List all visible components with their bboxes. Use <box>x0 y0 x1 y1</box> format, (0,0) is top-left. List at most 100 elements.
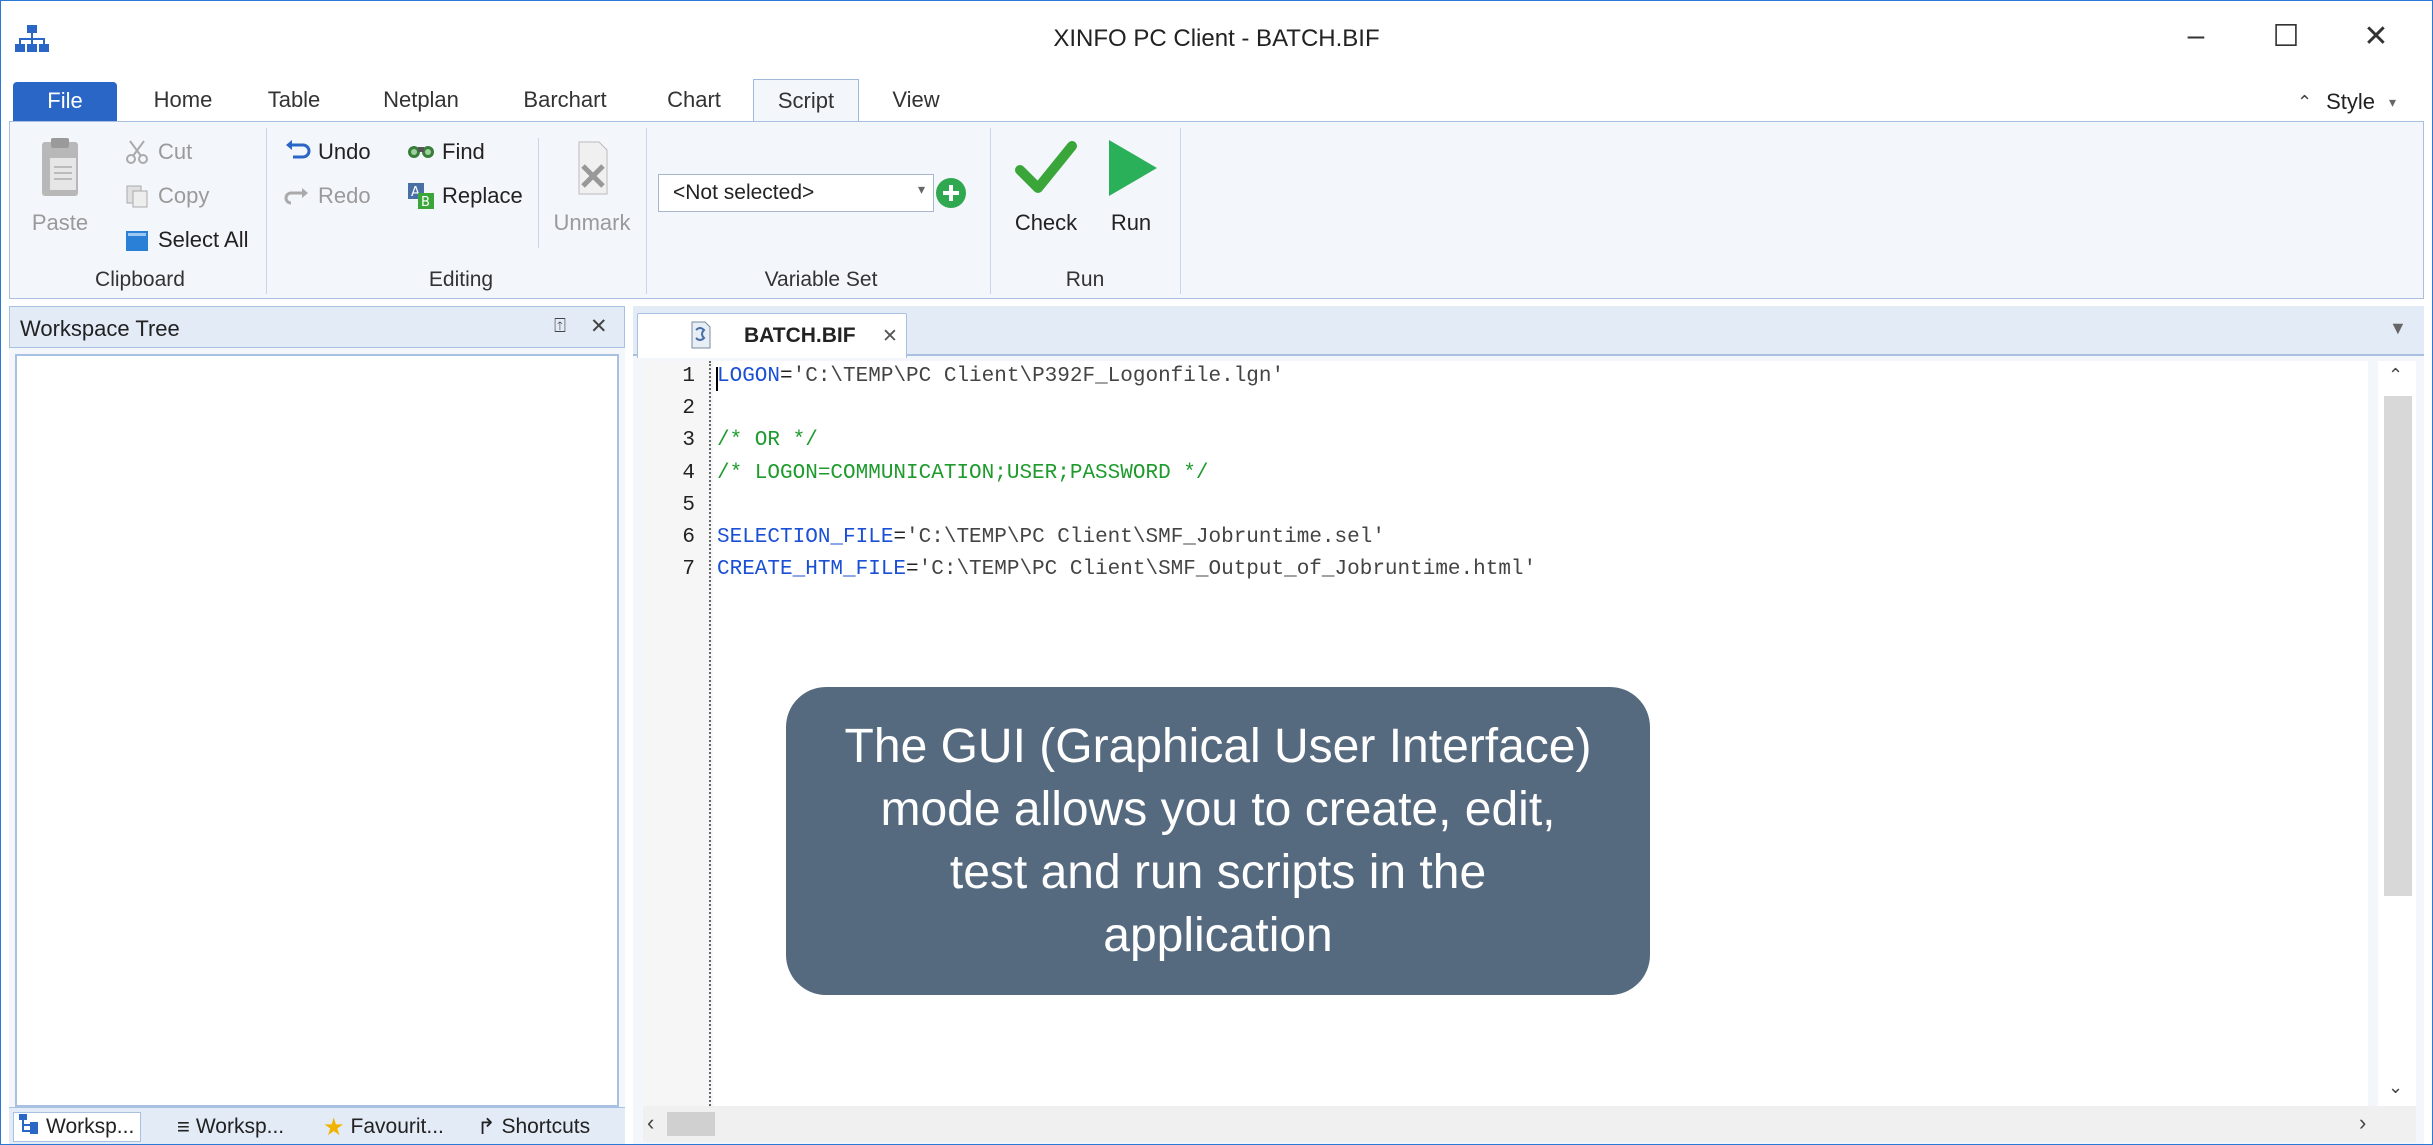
horizontal-scrollbar[interactable]: ‹ › <box>643 1106 2416 1142</box>
horizontal-scroll-thumb[interactable] <box>667 1112 715 1136</box>
unmark-icon <box>567 136 617 206</box>
tab-list-dropdown[interactable]: ▼ <box>2389 318 2407 339</box>
unmark-label: Unmark <box>553 210 631 235</box>
group-separator <box>1180 128 1181 294</box>
code-operator: = <box>893 526 907 549</box>
close-window-button[interactable]: ✕ <box>2331 1 2421 71</box>
shortcut-arrow-icon: ↱ <box>477 1114 496 1139</box>
find-button[interactable]: Find <box>406 134 485 170</box>
line-number: 1 <box>682 365 695 388</box>
tab-netplan[interactable]: Netplan <box>371 79 471 121</box>
tab-favourites[interactable]: ★ Favourit... <box>323 1112 444 1142</box>
group-separator <box>538 138 539 248</box>
minimize-button[interactable]: – <box>2151 1 2241 71</box>
tab-table[interactable]: Table <box>255 79 333 121</box>
workspace-title: Workspace Tree <box>20 316 180 341</box>
undo-label: Undo <box>318 139 371 164</box>
tab-workspace-tree[interactable]: Worksp... <box>13 1112 142 1142</box>
tab-home[interactable]: Home <box>141 79 225 121</box>
variable-set-dropdown[interactable]: <Not selected> ▾ <box>658 174 934 212</box>
line-number: 6 <box>682 526 695 549</box>
select-all-icon <box>122 225 152 255</box>
code-comment: /* LOGON=COMMUNICATION;USER;PASSWORD */ <box>717 461 1209 485</box>
workspace-panel: Workspace Tree ⍐ ✕ Worksp... ≡ Worksp...… <box>9 306 625 1144</box>
variable-set-value: <Not selected> <box>673 181 815 204</box>
select-all-button[interactable]: Select All <box>122 222 249 258</box>
document-tab-bar: BATCH.BIF ✕ ▼ <box>633 306 2424 358</box>
style-menu-label: Style <box>2326 89 2376 114</box>
code-line: SELECTION_FILE='C:\TEMP\PC Client\SMF_Jo… <box>717 526 1385 549</box>
scroll-down-icon[interactable]: ⌄ <box>2388 1077 2403 1098</box>
scissors-icon <box>122 137 152 167</box>
app-window: XINFO PC Client - BATCH.BIF – ☐ ✕ File H… <box>0 0 2433 1145</box>
line-number: 3 <box>682 429 695 453</box>
tab-chart[interactable]: Chart <box>655 79 733 121</box>
ribbon-panel: Paste Cut Copy Select All Clipboard Undo… <box>9 121 2424 299</box>
tab-script[interactable]: Script <box>753 79 859 123</box>
close-panel-button[interactable]: ✕ <box>590 314 608 339</box>
maximize-icon: ☐ <box>2272 19 2300 53</box>
vertical-scrollbar[interactable]: ⌃ ⌄ <box>2378 361 2416 1106</box>
document-tab-label: BATCH.BIF <box>744 324 856 347</box>
redo-label: Redo <box>318 183 371 208</box>
code-keyword: LOGON <box>717 365 781 388</box>
text-caret <box>716 367 718 391</box>
tab-favourites-label: Favourit... <box>350 1115 444 1138</box>
redo-button[interactable]: Redo <box>282 178 371 214</box>
replace-button[interactable]: AB Replace <box>406 178 523 214</box>
code-string: 'C:\TEMP\PC Client\SMF_Output_of_Jobrunt… <box>918 558 1537 582</box>
run-label: Run <box>1110 210 1152 235</box>
paste-button[interactable]: Paste <box>30 136 90 236</box>
svg-text:B: B <box>421 195 430 210</box>
code-operator: = <box>780 365 793 388</box>
close-tab-button[interactable]: ✕ <box>882 325 898 348</box>
code-line: /* LOGON=COMMUNICATION;USER;PASSWORD */ <box>717 462 1208 485</box>
maximize-button[interactable]: ☐ <box>2241 1 2331 71</box>
code-line: CREATE_HTM_FILE='C:\TEMP\PC Client\SMF_O… <box>717 558 1536 581</box>
workspace-bottom-tabs: Worksp... ≡ Worksp... ★ Favourit... ↱ Sh… <box>9 1107 625 1144</box>
tab-barchart[interactable]: Barchart <box>509 79 621 121</box>
tab-view[interactable]: View <box>879 79 953 121</box>
copy-button[interactable]: Copy <box>122 178 209 214</box>
cut-button[interactable]: Cut <box>122 134 192 170</box>
undo-button[interactable]: Undo <box>282 134 371 170</box>
binoculars-icon <box>406 137 436 167</box>
check-button[interactable]: Check <box>1006 136 1086 236</box>
undo-icon <box>282 137 312 167</box>
style-menu[interactable]: ⌃ Style ▾ <box>2297 87 2396 117</box>
pin-icon[interactable]: ⍐ <box>554 315 566 338</box>
tab-shortcuts[interactable]: ↱ Shortcuts <box>477 1112 590 1142</box>
add-variable-set-button[interactable] <box>934 176 970 212</box>
callout-text: The GUI (Graphical User Interface) mode … <box>844 720 1592 962</box>
scroll-left-icon[interactable]: ‹ <box>647 1110 654 1136</box>
code-comment: /* OR */ <box>717 429 818 453</box>
copy-icon <box>122 181 152 211</box>
play-icon <box>1101 136 1161 206</box>
run-button[interactable]: Run <box>1096 136 1166 236</box>
workspace-tree[interactable] <box>15 354 619 1107</box>
document-tab-batch[interactable]: BATCH.BIF ✕ <box>637 313 907 358</box>
copy-label: Copy <box>158 183 210 208</box>
close-icon: ✕ <box>2363 19 2389 53</box>
replace-label: Replace <box>442 183 523 208</box>
scroll-up-icon[interactable]: ⌃ <box>2388 365 2403 386</box>
code-line: /* OR */ <box>717 429 818 452</box>
collapse-ribbon-icon: ⌃ <box>2297 91 2313 112</box>
tab-workspace-list[interactable]: ≡ Worksp... <box>177 1112 284 1142</box>
line-number-gutter: 1 2 3 4 5 6 7 <box>643 361 711 1106</box>
line-number: 5 <box>682 493 695 517</box>
vertical-scroll-thumb[interactable] <box>2384 396 2412 896</box>
find-label: Find <box>442 139 485 164</box>
run-group-label: Run <box>1065 268 1105 291</box>
info-callout: The GUI (Graphical User Interface) mode … <box>786 687 1650 995</box>
tab-workspace-list-label: Worksp... <box>195 1115 285 1138</box>
code-operator: = <box>906 558 919 582</box>
unmark-button[interactable]: Unmark <box>552 136 632 236</box>
cut-label: Cut <box>158 139 193 164</box>
check-icon <box>1014 136 1078 206</box>
scroll-right-icon[interactable]: › <box>2359 1110 2366 1136</box>
code-keyword: SELECTION_FILE <box>717 526 894 549</box>
code-string: 'C:\TEMP\PC Client\P392F_Logonfile.lgn' <box>792 365 1285 388</box>
tab-file[interactable]: File <box>13 82 117 121</box>
code-line: LOGON='C:\TEMP\PC Client\P392F_Logonfile… <box>717 365 1284 388</box>
